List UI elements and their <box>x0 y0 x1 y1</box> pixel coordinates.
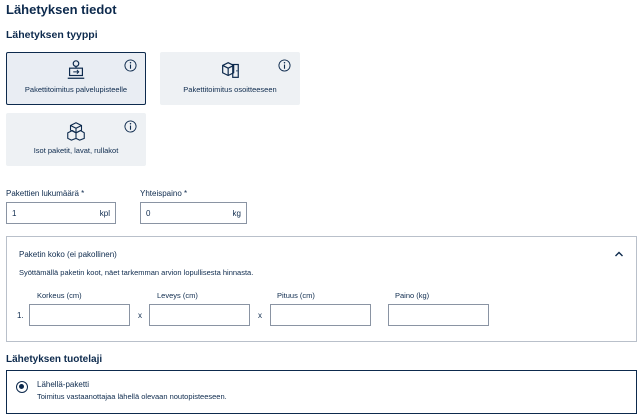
shipment-type-label: Pakettitoimitus osoitteeseen <box>183 85 277 94</box>
info-icon[interactable] <box>278 59 291 72</box>
chevron-up-icon[interactable] <box>614 249 624 259</box>
shipment-type-large[interactable]: Isot paketit, lavat, rullakot <box>6 113 146 166</box>
height-field[interactable] <box>29 304 130 326</box>
product-name: Lähellä-paketti <box>37 380 90 389</box>
parcel-door-icon <box>222 62 239 78</box>
product-description: Toimitus vastaanottajaa lähellä olevaan … <box>37 392 227 401</box>
weight-label: Yhteispaino * <box>140 189 188 198</box>
length-field[interactable] <box>270 304 371 326</box>
weight-field[interactable]: kg <box>140 202 247 224</box>
package-weight-label: Paino (kg) <box>395 291 430 300</box>
shipment-type-address[interactable]: Pakettitoimitus osoitteeseen <box>160 52 300 105</box>
package-weight-field[interactable] <box>388 304 489 326</box>
info-icon[interactable] <box>124 120 137 133</box>
parcel-pickup-point-icon <box>67 60 85 79</box>
width-label: Leveys (cm) <box>157 291 198 300</box>
product-option-nearby-parcel[interactable]: Lähellä-paketti Toimitus vastaanottajaa … <box>6 370 637 414</box>
dimension-separator: x <box>258 311 262 320</box>
length-input[interactable] <box>271 305 370 326</box>
height-label: Korkeus (cm) <box>37 291 82 300</box>
shipment-type-label: Pakettitoimitus palvelupisteelle <box>24 85 128 94</box>
info-icon[interactable] <box>124 59 137 72</box>
width-field[interactable] <box>149 304 250 326</box>
package-size-panel: Paketin koko (ei pakollinen) Syöttämällä… <box>6 236 637 342</box>
stacked-boxes-icon <box>67 122 85 141</box>
shipment-details-page: Lähetyksen tiedot Lähetyksen tyyppi Pake… <box>0 0 642 418</box>
height-input[interactable] <box>30 305 129 326</box>
weight-input[interactable] <box>141 203 246 223</box>
shipment-type-pickup-point[interactable]: Pakettitoimitus palvelupisteelle <box>6 52 146 105</box>
shipment-type-label: Isot paketit, lavat, rullakot <box>33 146 119 155</box>
weight-unit: kg <box>232 209 241 218</box>
package-size-description: Syöttämällä paketin koot, näet tarkemman… <box>19 268 254 277</box>
length-label: Pituus (cm) <box>277 291 315 300</box>
quantity-unit: kpl <box>99 209 110 218</box>
dimension-separator: x <box>138 311 142 320</box>
package-weight-input[interactable] <box>389 305 488 326</box>
width-input[interactable] <box>150 305 249 326</box>
product-type-heading: Lähetyksen tuotelaji <box>6 354 103 365</box>
quantity-field[interactable]: kpl <box>6 202 116 224</box>
product-radio-selected[interactable] <box>16 381 28 393</box>
page-title: Lähetyksen tiedot <box>6 2 117 17</box>
package-size-title: Paketin koko (ei pakollinen) <box>19 250 117 259</box>
row-number: 1. <box>17 311 24 320</box>
shipment-type-heading: Lähetyksen tyyppi <box>6 29 98 41</box>
quantity-label: Pakettien lukumäärä * <box>6 189 85 198</box>
